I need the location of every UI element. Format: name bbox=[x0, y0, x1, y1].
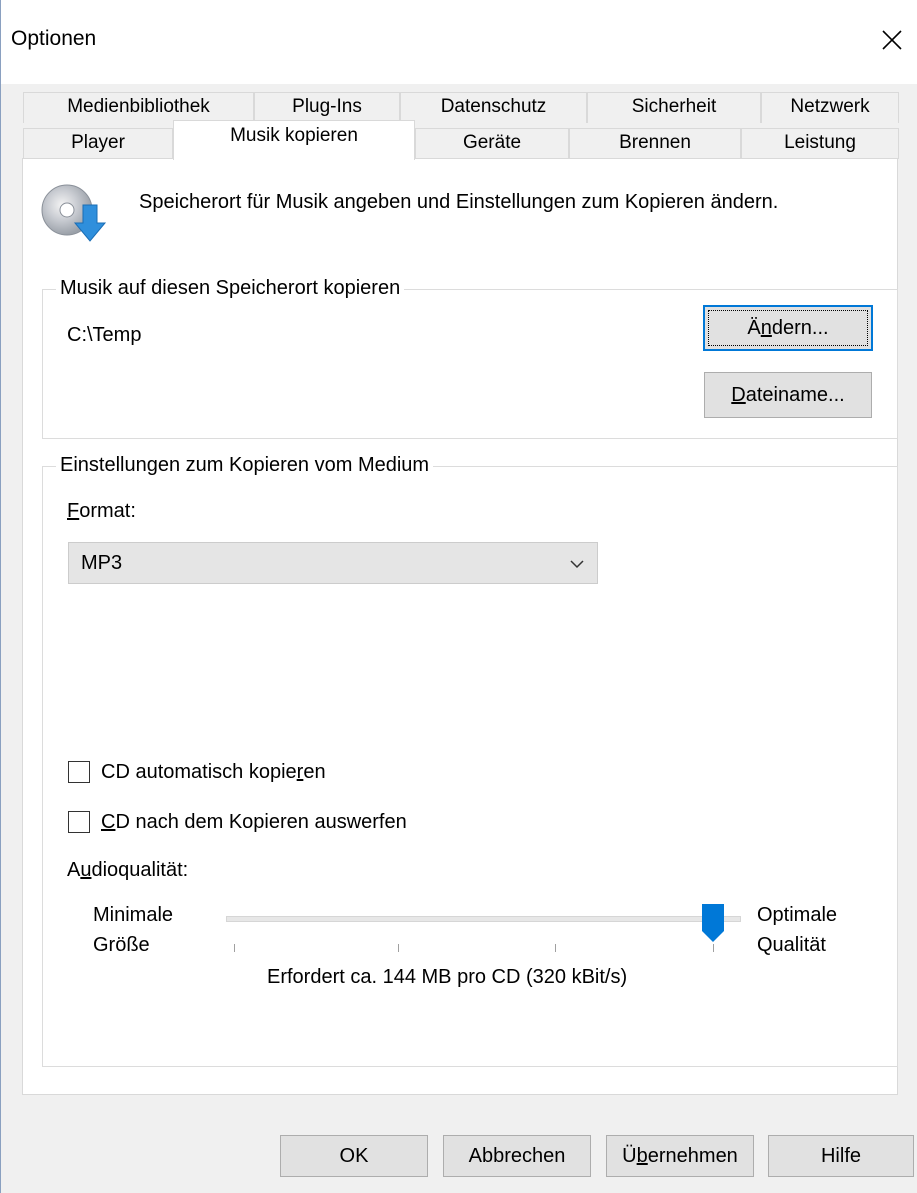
options-dialog: Optionen Medienbibliothek Plug-Ins Daten… bbox=[0, 0, 917, 1193]
audio-quality-slider-track[interactable] bbox=[226, 916, 741, 922]
apply-label-pre: Ü bbox=[622, 1144, 637, 1167]
eject-after-rip-label[interactable]: CD nach dem Kopieren auswerfen bbox=[101, 810, 407, 834]
tab-row-bottom: Player Musik kopieren Geräte Brennen Lei… bbox=[23, 120, 899, 160]
filename-button[interactable]: Dateiname... bbox=[704, 372, 872, 418]
tab-label: Geräte bbox=[462, 132, 522, 153]
copy-location-legend: Musik auf diesen Speicherort kopieren bbox=[56, 276, 405, 300]
max-label-line1: Optimale bbox=[757, 904, 838, 926]
tab-label: Datenschutz bbox=[440, 96, 547, 117]
ok-button[interactable]: OK bbox=[280, 1135, 428, 1177]
tab-label: Player bbox=[71, 132, 125, 153]
tab-leistung[interactable]: Leistung bbox=[741, 128, 899, 159]
tab-label: Plug-Ins bbox=[292, 96, 362, 117]
tab-label: Medienbibliothek bbox=[67, 96, 210, 117]
apply-mnemonic: b bbox=[636, 1144, 648, 1167]
tab-row-top: Medienbibliothek Plug-Ins Datenschutz Si… bbox=[23, 92, 899, 123]
min-label-line1: Minimale bbox=[93, 904, 174, 926]
auto-rip-label-pre: CD automatisch kopie bbox=[101, 761, 297, 783]
max-label-line2: Qualität bbox=[757, 934, 826, 956]
audio-quality-slider-thumb[interactable] bbox=[701, 903, 725, 943]
auto-rip-label[interactable]: CD automatisch kopieren bbox=[101, 760, 326, 784]
title-bar: Optionen bbox=[1, 0, 917, 84]
copy-location-path: C:\Temp bbox=[67, 324, 142, 346]
audio-quality-pre: A bbox=[67, 859, 81, 881]
eject-after-rip-checkbox[interactable] bbox=[68, 811, 90, 833]
tab-label: Brennen bbox=[619, 132, 691, 153]
eject-mnemonic: C bbox=[101, 811, 116, 833]
tab-musik-kopieren[interactable]: Musik kopieren bbox=[173, 120, 415, 160]
slider-tick bbox=[555, 944, 556, 952]
slider-tick bbox=[234, 944, 235, 952]
help-button[interactable]: Hilfe bbox=[768, 1135, 914, 1177]
format-select[interactable]: MP3 bbox=[68, 542, 598, 584]
audio-quality-label: Audioqualität: bbox=[67, 858, 188, 882]
close-icon[interactable] bbox=[874, 22, 910, 58]
auto-rip-checkbox[interactable] bbox=[68, 761, 90, 783]
format-label-mnemonic: F bbox=[67, 500, 80, 522]
eject-label-post: D nach dem Kopieren auswerfen bbox=[115, 811, 407, 833]
tab-player[interactable]: Player bbox=[23, 128, 173, 159]
max-quality-label: Optimale Qualität bbox=[757, 900, 837, 960]
tab-medienbibliothek[interactable]: Medienbibliothek bbox=[23, 92, 254, 123]
tab-netzwerk[interactable]: Netzwerk bbox=[761, 92, 899, 123]
format-select-value: MP3 bbox=[81, 552, 123, 574]
chevron-down-icon bbox=[569, 557, 585, 569]
audio-quality-post: dioqualität: bbox=[91, 859, 189, 881]
min-size-label: Minimale Größe bbox=[93, 900, 173, 960]
filename-button-label: ateiname... bbox=[745, 383, 845, 406]
tab-label: Leistung bbox=[784, 132, 856, 153]
window-title: Optionen bbox=[11, 27, 97, 50]
min-label-line2: Größe bbox=[93, 934, 150, 956]
tab-datenschutz[interactable]: Datenschutz bbox=[400, 92, 587, 123]
tab-geraete[interactable]: Geräte bbox=[415, 128, 569, 159]
tab-sicherheit[interactable]: Sicherheit bbox=[587, 92, 761, 123]
change-location-button[interactable]: Ändern... bbox=[703, 305, 873, 351]
tab-label: Sicherheit bbox=[631, 96, 717, 117]
format-label: Format: bbox=[67, 499, 136, 523]
tab-brennen[interactable]: Brennen bbox=[569, 128, 741, 159]
tab-label: Musik kopieren bbox=[230, 125, 358, 146]
auto-rip-label-post: en bbox=[303, 761, 326, 783]
cancel-button[interactable]: Abbrechen bbox=[443, 1135, 591, 1177]
rip-settings-legend: Einstellungen zum Kopieren vom Medium bbox=[56, 453, 434, 477]
required-size-text: Erfordert ca. 144 MB pro CD (320 kBit/s) bbox=[267, 966, 628, 988]
intro-text: Speicherort für Musik angeben und Einste… bbox=[139, 191, 779, 213]
focus-rect bbox=[708, 310, 868, 346]
apply-label-post: ernehmen bbox=[647, 1144, 738, 1167]
tab-label: Netzwerk bbox=[790, 96, 870, 117]
apply-button[interactable]: Übernehmen bbox=[606, 1135, 754, 1177]
cd-rip-icon bbox=[39, 183, 107, 245]
tab-plug-ins[interactable]: Plug-Ins bbox=[254, 92, 400, 123]
slider-tick bbox=[398, 944, 399, 952]
filename-button-mnemonic: D bbox=[731, 383, 746, 406]
slider-tick bbox=[713, 944, 714, 952]
format-label-rest: ormat: bbox=[79, 500, 136, 522]
audio-quality-mnemonic: u bbox=[80, 859, 92, 881]
